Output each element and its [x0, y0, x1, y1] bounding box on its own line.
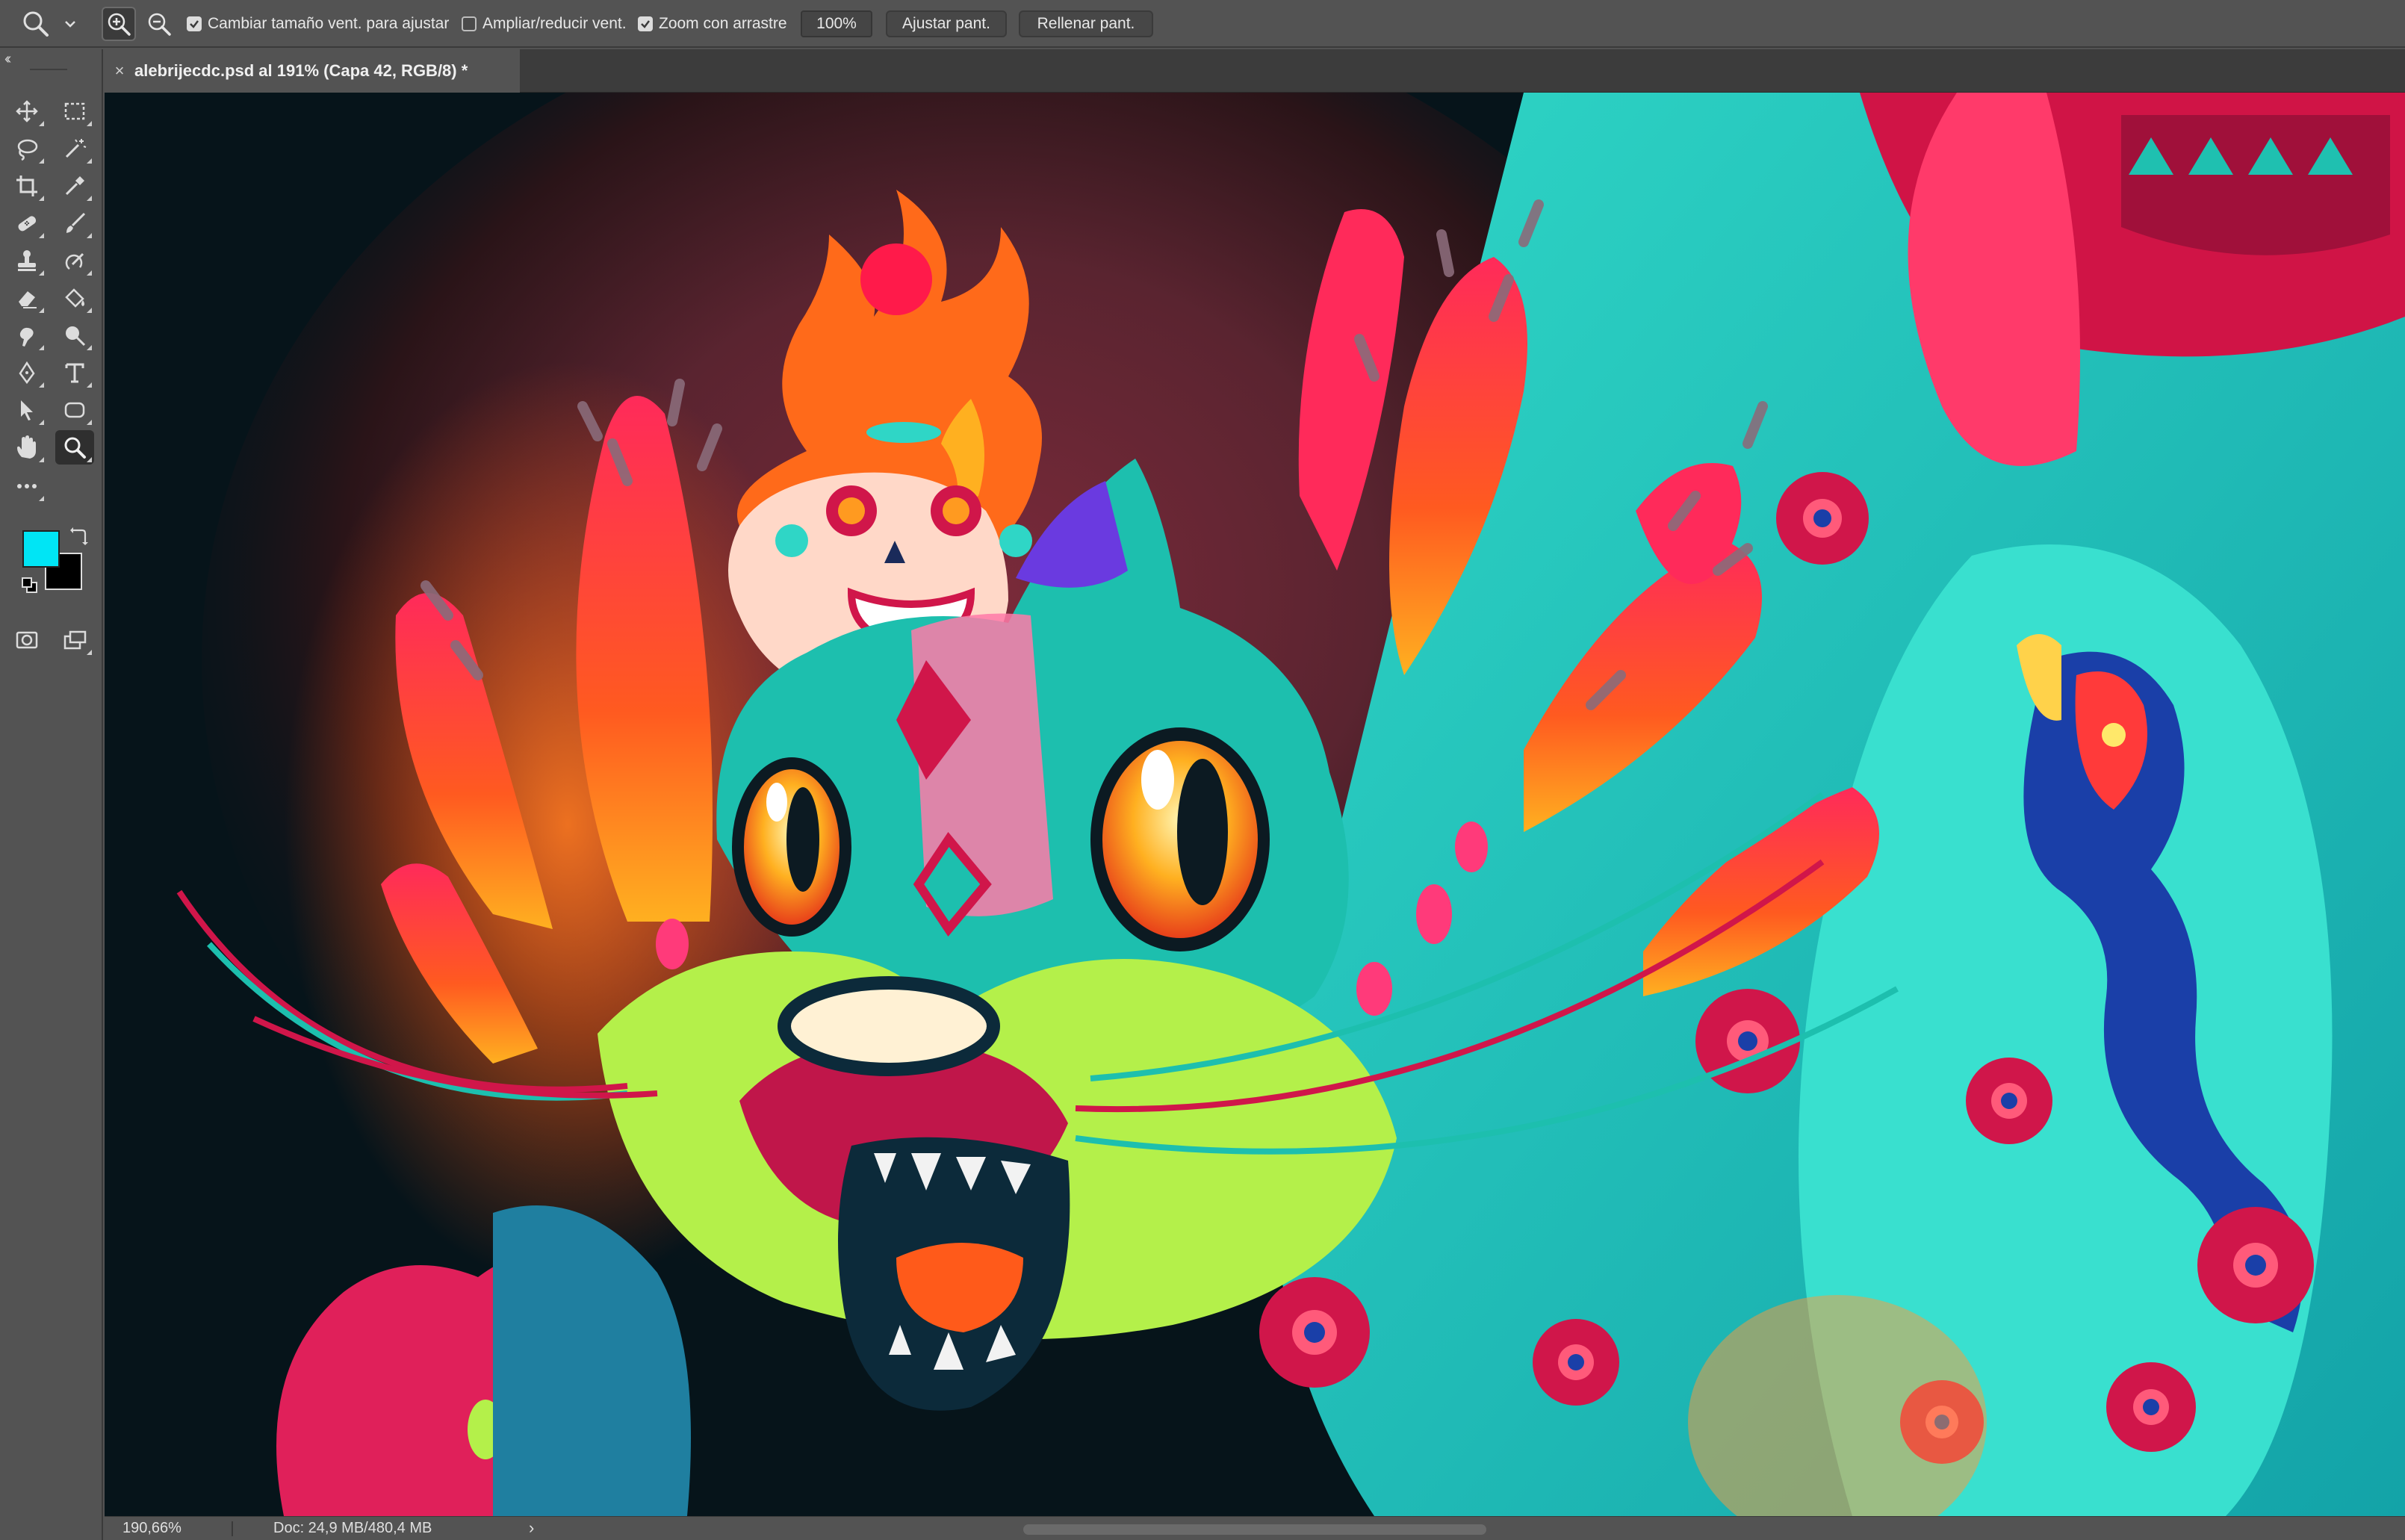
move-tool[interactable]: [7, 94, 46, 128]
history-brush-tool[interactable]: [55, 243, 94, 278]
default-colors-icon[interactable]: [21, 577, 39, 594]
document-title: alebrijecdc.psd al 191% (Capa 42, RGB/8)…: [134, 61, 468, 80]
document-tab-bar: × alebrijecdc.psd al 191% (Capa 42, RGB/…: [105, 49, 2405, 93]
scrubby-zoom-checkbox[interactable]: Zoom con arrastre: [638, 15, 787, 33]
zoom-out-button[interactable]: [142, 7, 176, 41]
tools-panel: ‹‹: [0, 49, 103, 1540]
close-tab-icon[interactable]: ×: [105, 61, 134, 81]
swap-colors-icon[interactable]: [69, 527, 88, 547]
pen-tool[interactable]: [7, 355, 46, 390]
artwork-image: [105, 93, 2405, 1516]
status-separator: [232, 1521, 233, 1536]
zoom-icon: [64, 437, 86, 459]
document-size-info: Doc: 24,9 MB/480,4 MB: [273, 1520, 432, 1536]
eraser-icon: [19, 291, 37, 308]
eyedropper-icon: [65, 176, 84, 196]
clone-stamp-tool[interactable]: [7, 243, 46, 278]
collapse-panel-button[interactable]: ‹‹: [4, 51, 12, 68]
zoom-tool[interactable]: [55, 430, 94, 465]
arrow-cursor-icon: [21, 400, 33, 420]
scrubby-zoom-label: Zoom con arrastre: [659, 15, 787, 32]
resize-windows-checkbox[interactable]: Cambiar tamaño vent. para ajustar: [187, 15, 449, 33]
checkbox-checked-icon: [638, 16, 653, 31]
hand-icon: [17, 435, 36, 459]
zoom-in-button[interactable]: [102, 7, 136, 41]
quick-mask-icon: [16, 631, 38, 649]
document-canvas[interactable]: [105, 93, 2405, 1516]
marquee-tool[interactable]: [55, 94, 94, 128]
checkbox-unchecked-icon: [462, 16, 477, 31]
more-dots-icon: [17, 484, 37, 488]
type-tool[interactable]: [55, 355, 94, 390]
resize-windows-label: Cambiar tamaño vent. para ajustar: [208, 15, 450, 32]
smudge-icon: [19, 327, 34, 347]
paint-bucket-icon: [65, 288, 84, 308]
screen-mode-button[interactable]: [55, 623, 94, 657]
healing-brush-tool[interactable]: [7, 206, 46, 240]
dodge-icon: [66, 326, 86, 347]
crop-icon: [16, 176, 37, 196]
status-bar: 190,66% Doc: 24,9 MB/480,4 MB ›: [105, 1516, 2405, 1540]
zoom-level-field[interactable]: 190,66%: [122, 1520, 181, 1537]
paint-bucket-tool[interactable]: [55, 281, 94, 315]
move-icon: [16, 100, 38, 122]
stamp-icon: [18, 250, 36, 271]
foreground-color-swatch[interactable]: [22, 530, 60, 568]
chevron-down-icon: [65, 21, 75, 28]
status-menu-arrow[interactable]: ›: [529, 1518, 534, 1538]
type-icon: [65, 363, 84, 383]
options-bar: Cambiar tamaño vent. para ajustar Amplia…: [0, 0, 2405, 48]
document-tab[interactable]: × alebrijecdc.psd al 191% (Capa 42, RGB/…: [105, 49, 520, 93]
dodge-tool[interactable]: [55, 318, 94, 353]
brush-icon: [66, 212, 86, 233]
rectangle-tool[interactable]: [55, 393, 94, 427]
magic-wand-tool[interactable]: [55, 131, 94, 166]
screen-mode-icon: [63, 630, 87, 650]
fit-screen-button[interactable]: Ajustar pant.: [886, 10, 1007, 37]
quick-mask-button[interactable]: [7, 623, 46, 657]
zoom-out-icon: [148, 13, 171, 36]
history-brush-icon: [65, 252, 84, 270]
zoom-tool-icon: [23, 11, 49, 37]
brush-tool[interactable]: [55, 206, 94, 240]
path-selection-tool[interactable]: [7, 393, 46, 427]
hand-tool[interactable]: [7, 430, 46, 465]
zoom-all-windows-label: Ampliar/reducir vent.: [482, 15, 627, 32]
horizontal-scrollbar[interactable]: [1023, 1524, 1486, 1535]
crop-tool[interactable]: [7, 169, 46, 203]
fill-screen-button[interactable]: Rellenar pant.: [1019, 10, 1153, 37]
eyedropper-tool[interactable]: [55, 169, 94, 203]
pen-icon: [19, 361, 35, 385]
edit-toolbar-button[interactable]: [7, 469, 46, 503]
eraser-tool[interactable]: [7, 281, 46, 315]
right-eye: [1090, 727, 1270, 951]
lasso-tool[interactable]: [7, 131, 46, 166]
left-eye: [732, 757, 851, 937]
rectangular-marquee-icon: [64, 102, 85, 120]
lasso-icon: [17, 139, 38, 161]
zoom-percent-field[interactable]: 100%: [801, 10, 872, 37]
smudge-tool[interactable]: [7, 318, 46, 353]
panel-grip[interactable]: [30, 69, 67, 70]
tool-preset-picker[interactable]: [21, 7, 88, 40]
bandage-icon: [18, 216, 37, 232]
rounded-rectangle-icon: [64, 402, 85, 418]
zoom-in-icon: [108, 13, 131, 36]
zoom-all-windows-checkbox[interactable]: Ampliar/reducir vent.: [462, 15, 627, 33]
magic-wand-icon: [65, 139, 87, 158]
checkbox-checked-icon: [187, 16, 202, 31]
